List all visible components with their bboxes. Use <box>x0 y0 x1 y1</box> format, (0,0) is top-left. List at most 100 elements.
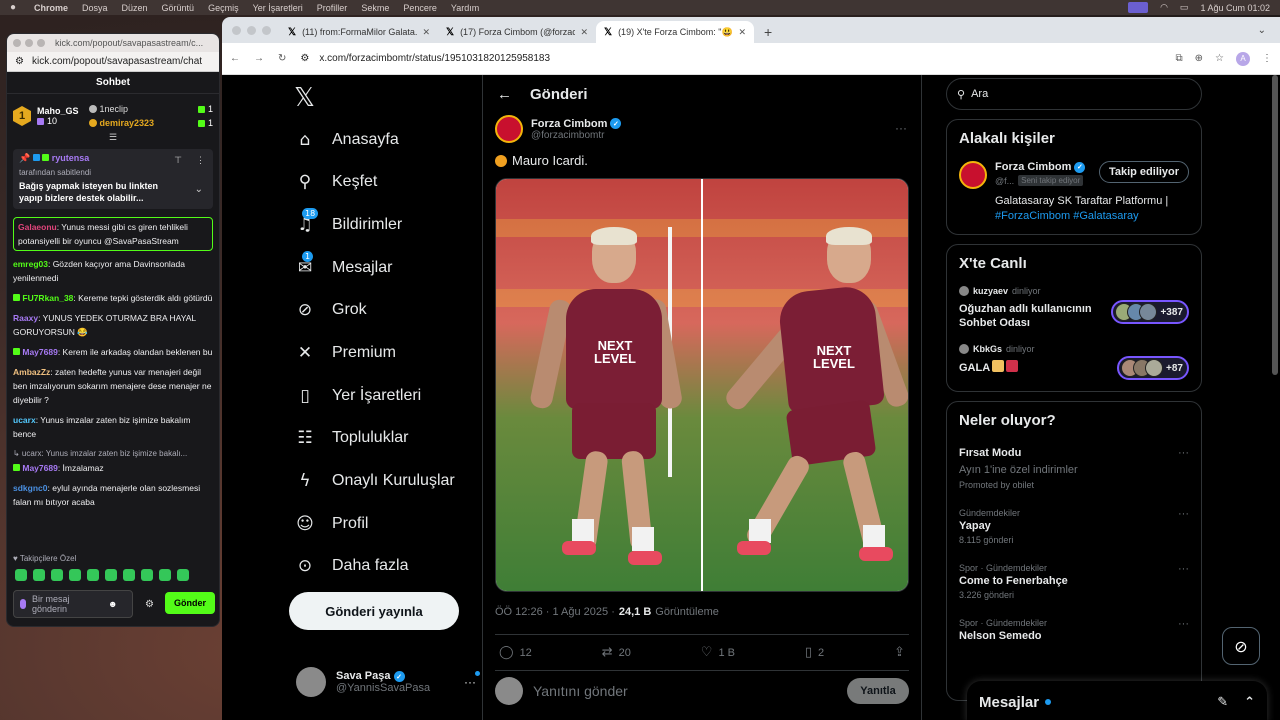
emote-icon[interactable] <box>177 569 189 581</box>
share-action[interactable]: ⇪ <box>894 645 905 660</box>
chat-settings-icon[interactable]: ⚙ <box>145 599 154 610</box>
pinned-message[interactable]: 📌 ryutensa tarafından sabitlendi Bağış y… <box>13 149 213 209</box>
close-tab-icon[interactable]: ✕ <box>422 27 430 38</box>
emote-icon[interactable] <box>141 569 153 581</box>
new-tab-button[interactable]: + <box>764 21 772 43</box>
menubar-item[interactable]: Geçmiş <box>208 3 239 13</box>
nav-more[interactable]: ⊙ Daha fazla <box>294 555 409 577</box>
emote-icon[interactable] <box>105 569 117 581</box>
install-app-icon[interactable]: ⧉ <box>1176 53 1183 64</box>
chat-username[interactable]: sdkgnc0 <box>13 483 48 493</box>
search-input[interactable]: ⚲ Ara <box>946 78 1202 110</box>
site-info-icon[interactable]: ⚙ <box>300 53 309 64</box>
post-time[interactable]: ÖÖ 12:26 · 1 Ağu 2025 · <box>495 606 615 618</box>
avatar[interactable] <box>959 161 987 189</box>
trend-item[interactable]: Fırsat Modu Ayın 1'ine özel indirimler P… <box>959 447 1189 490</box>
close-tab-icon[interactable]: ✕ <box>738 27 746 38</box>
forward-icon[interactable]: → <box>254 53 264 64</box>
leader2-name[interactable]: 1neclip <box>100 104 129 114</box>
page-scrollbar[interactable] <box>1272 75 1278 720</box>
wifi-icon[interactable]: ◠ <box>1160 2 1168 13</box>
chat-username[interactable]: May7689 <box>22 463 57 473</box>
chat-message[interactable]: Galaeonu: Yunus messi gibi cs giren tehl… <box>13 217 213 251</box>
emoji-icon[interactable]: ☻ <box>108 599 117 609</box>
more-options-icon[interactable]: ··· <box>1178 447 1189 459</box>
chat-message[interactable]: emreg03: Gözden kaçıyor ama Davinsonlada… <box>13 257 213 285</box>
menubar-item[interactable]: Dosya <box>82 3 108 13</box>
author-handle[interactable]: @forzacimbomtr <box>531 130 621 141</box>
trend-item[interactable]: Spor · Gündemdekiler Come to Fenerbahçe … <box>959 563 1189 600</box>
post-media[interactable]: NEXT LEVEL NEXT LEVEL <box>495 178 909 592</box>
browser-tab-active[interactable]: 𝕏 (19) X'te Forza Cimbom: "😃 ✕ <box>596 21 754 43</box>
menubar-clock[interactable]: 1 Ağu Cum 01:02 <box>1200 3 1270 13</box>
chat-message[interactable]: sdkgnc0: eylul ayında menajerle olan soz… <box>13 481 213 509</box>
chat-input[interactable]: Bir mesaj gönderin ☻ <box>13 590 133 618</box>
emote-icon[interactable] <box>51 569 63 581</box>
menubar-item[interactable]: Yardım <box>451 3 479 13</box>
new-message-icon[interactable]: ✎ <box>1217 695 1228 710</box>
grok-fab-icon[interactable]: ⊘ <box>1222 627 1260 665</box>
reply-input[interactable]: Yanıtını gönder <box>533 683 837 699</box>
chat-input-placeholder[interactable]: Bir mesaj gönderin <box>32 594 102 614</box>
zoom-icon[interactable]: ⊕ <box>1195 53 1203 64</box>
repost-action[interactable]: ⇄ 20 <box>602 645 631 660</box>
browser-tab[interactable]: 𝕏 (11) from:FormaMilor Galata... ✕ <box>280 21 438 43</box>
back-icon[interactable]: ← <box>230 53 240 64</box>
emote-icon[interactable] <box>123 569 135 581</box>
chevron-down-icon[interactable]: ⌄ <box>195 184 203 195</box>
menubar-item[interactable]: Görüntü <box>162 3 195 13</box>
address-url[interactable]: x.com/forzacimbomtr/status/1951031820125… <box>319 53 550 64</box>
chat-message[interactable]: ucarx: Yunus imzalar zaten biz işimize b… <box>13 413 213 441</box>
profile-avatar[interactable]: A <box>1236 51 1250 66</box>
emote-icon[interactable] <box>87 569 99 581</box>
post-button[interactable]: Gönderi yayınla <box>289 592 459 630</box>
reply-button[interactable]: Yanıtla <box>847 678 909 704</box>
nav-explore[interactable]: ⚲ Keşfet <box>294 171 378 193</box>
chat-username[interactable]: AmbazZz <box>13 367 50 377</box>
menubar-item[interactable]: Profiller <box>317 3 348 13</box>
leader3-name[interactable]: demiray2323 <box>100 118 155 128</box>
site-settings-icon[interactable]: ⚙ <box>15 56 24 67</box>
nav-verified-orgs[interactable]: ϟ Onaylı Kuruluşlar <box>294 470 454 492</box>
emote-icon[interactable] <box>15 569 27 581</box>
nav-bookmarks[interactable]: ▯ Yer İşaretleri <box>294 385 421 407</box>
more-options-icon[interactable]: ··· <box>1178 563 1189 575</box>
related-hashtags[interactable]: #ForzaCimbom #Galatasaray <box>995 210 1139 222</box>
browser-tab[interactable]: 𝕏 (17) Forza Cimbom (@forzaci... ✕ <box>438 21 596 43</box>
emote-icon[interactable] <box>159 569 171 581</box>
following-button[interactable]: Takip ediliyor <box>1099 161 1189 183</box>
live-space[interactable]: kuzyaev dinliyor Oğuzhan adlı kullanıcını… <box>959 286 1189 330</box>
nav-premium[interactable]: ✕ Premium <box>294 342 396 364</box>
apple-icon[interactable]: ● <box>10 2 20 13</box>
back-arrow-icon[interactable]: ← <box>497 86 512 103</box>
kick-url[interactable]: kick.com/popout/savapasastream/chat <box>32 56 202 67</box>
emote-icon[interactable] <box>69 569 81 581</box>
chat-message[interactable]: Raaxy: YUNUS YEDEK OTURMAZ BRA HAYAL GOR… <box>13 311 213 339</box>
menubar-item[interactable]: Yer İşaretleri <box>253 3 303 13</box>
nav-home[interactable]: ⌂ Anasayfa <box>294 129 399 151</box>
bookmark-star-icon[interactable]: ☆ <box>1215 53 1224 64</box>
menubar-item[interactable]: Düzen <box>122 3 148 13</box>
more-options-icon[interactable]: ··· <box>1178 618 1189 630</box>
chat-message[interactable]: FU7Rkan_38: Kereme tepki gösterdik aldı … <box>13 291 213 305</box>
related-name[interactable]: Forza Cimbom <box>995 161 1071 173</box>
nav-notifications[interactable]: ♫ 18 Bildirimler <box>294 208 402 236</box>
address-bar[interactable]: ⚙ x.com/forzacimbomtr/status/19510318201… <box>300 53 1161 64</box>
nav-communities[interactable]: ☷ Topluluklar <box>294 427 408 449</box>
reply-reference[interactable]: ↳ ucarx: Yunus imzalar zaten biz işimize… <box>13 447 213 461</box>
chat-username[interactable]: Raaxy <box>13 313 38 323</box>
unpin-icon[interactable]: ⊤ <box>174 155 182 166</box>
reply-action[interactable]: ◯ 12 <box>499 645 532 660</box>
zoom-window-button[interactable] <box>37 39 45 47</box>
pinned-user[interactable]: ryutensa <box>52 153 90 163</box>
minimize-window-button[interactable] <box>247 26 256 35</box>
menubar-item[interactable]: Pencere <box>403 3 437 13</box>
more-options-icon[interactable]: ··· <box>464 675 476 689</box>
chat-username[interactable]: FU7Rkan_38 <box>22 293 73 303</box>
minimize-window-button[interactable] <box>25 39 33 47</box>
x-logo-icon[interactable]: 𝕏 <box>294 83 315 113</box>
emote-icon[interactable] <box>33 569 45 581</box>
more-options-icon[interactable]: ··· <box>1178 508 1189 520</box>
more-options-icon[interactable]: ⋮ <box>196 155 205 166</box>
chat-username[interactable]: May7689 <box>22 347 57 357</box>
